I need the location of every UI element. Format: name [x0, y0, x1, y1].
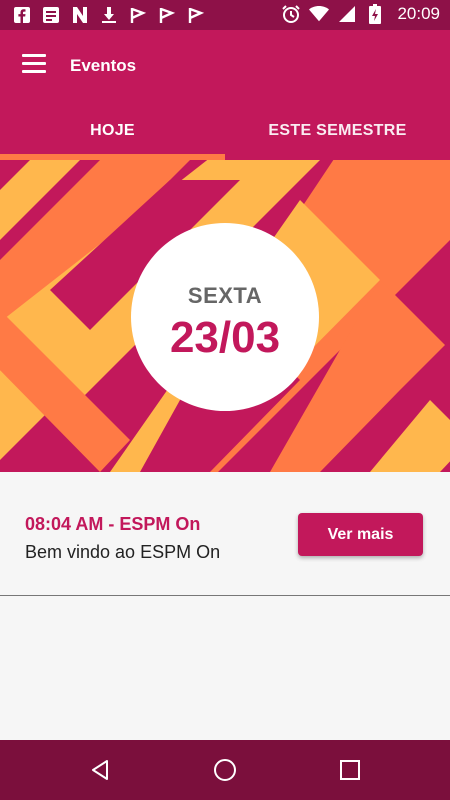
facebook-icon: [12, 5, 32, 25]
flag-icon: [157, 5, 177, 25]
flag-icon: [186, 5, 206, 25]
page-title: Eventos: [70, 56, 137, 75]
status-time: 20:09: [397, 4, 440, 23]
navigation-bar: [0, 740, 450, 800]
app-bar: Eventos HOJE ESTE SEMESTRE: [0, 30, 450, 160]
home-icon[interactable]: [211, 756, 239, 784]
date-circle: SEXTA 23/03: [131, 223, 319, 411]
tab-hoje[interactable]: HOJE: [0, 102, 225, 160]
events-list: 08:04 AM - ESPM On Bem vindo ao ESPM On …: [0, 472, 450, 740]
date-banner: SEXTA 23/03: [0, 160, 450, 472]
ver-mais-button[interactable]: Ver mais: [298, 513, 423, 556]
weekday-label: SEXTA: [187, 283, 263, 308]
n-icon: [70, 5, 90, 25]
download-icon: [99, 5, 119, 25]
alarm-icon: [281, 4, 301, 24]
event-title: Bem vindo ao ESPM On: [25, 542, 221, 562]
status-bar: 20:09: [0, 0, 450, 30]
tab-este-semestre[interactable]: ESTE SEMESTRE: [225, 102, 450, 160]
message-icon: [41, 5, 61, 25]
recents-icon[interactable]: [336, 756, 364, 784]
signal-icon: [337, 4, 357, 24]
screen: 20:09 Eventos HOJE ESTE SEMESTRE SEXTA 2…: [0, 0, 450, 800]
wifi-icon: [309, 4, 330, 24]
flag-icon: [128, 5, 148, 25]
tab-bar: HOJE ESTE SEMESTRE: [0, 102, 450, 160]
event-time: 08:04 AM - ESPM On: [25, 514, 201, 534]
menu-icon[interactable]: [22, 54, 48, 78]
date-label: 23/03: [169, 313, 281, 362]
notification-icons: [12, 5, 206, 25]
list-item: 08:04 AM - ESPM On Bem vindo ao ESPM On …: [0, 472, 450, 596]
back-icon[interactable]: [86, 756, 114, 784]
battery-charging-icon: [365, 4, 385, 24]
system-icons: 20:09: [281, 4, 440, 24]
